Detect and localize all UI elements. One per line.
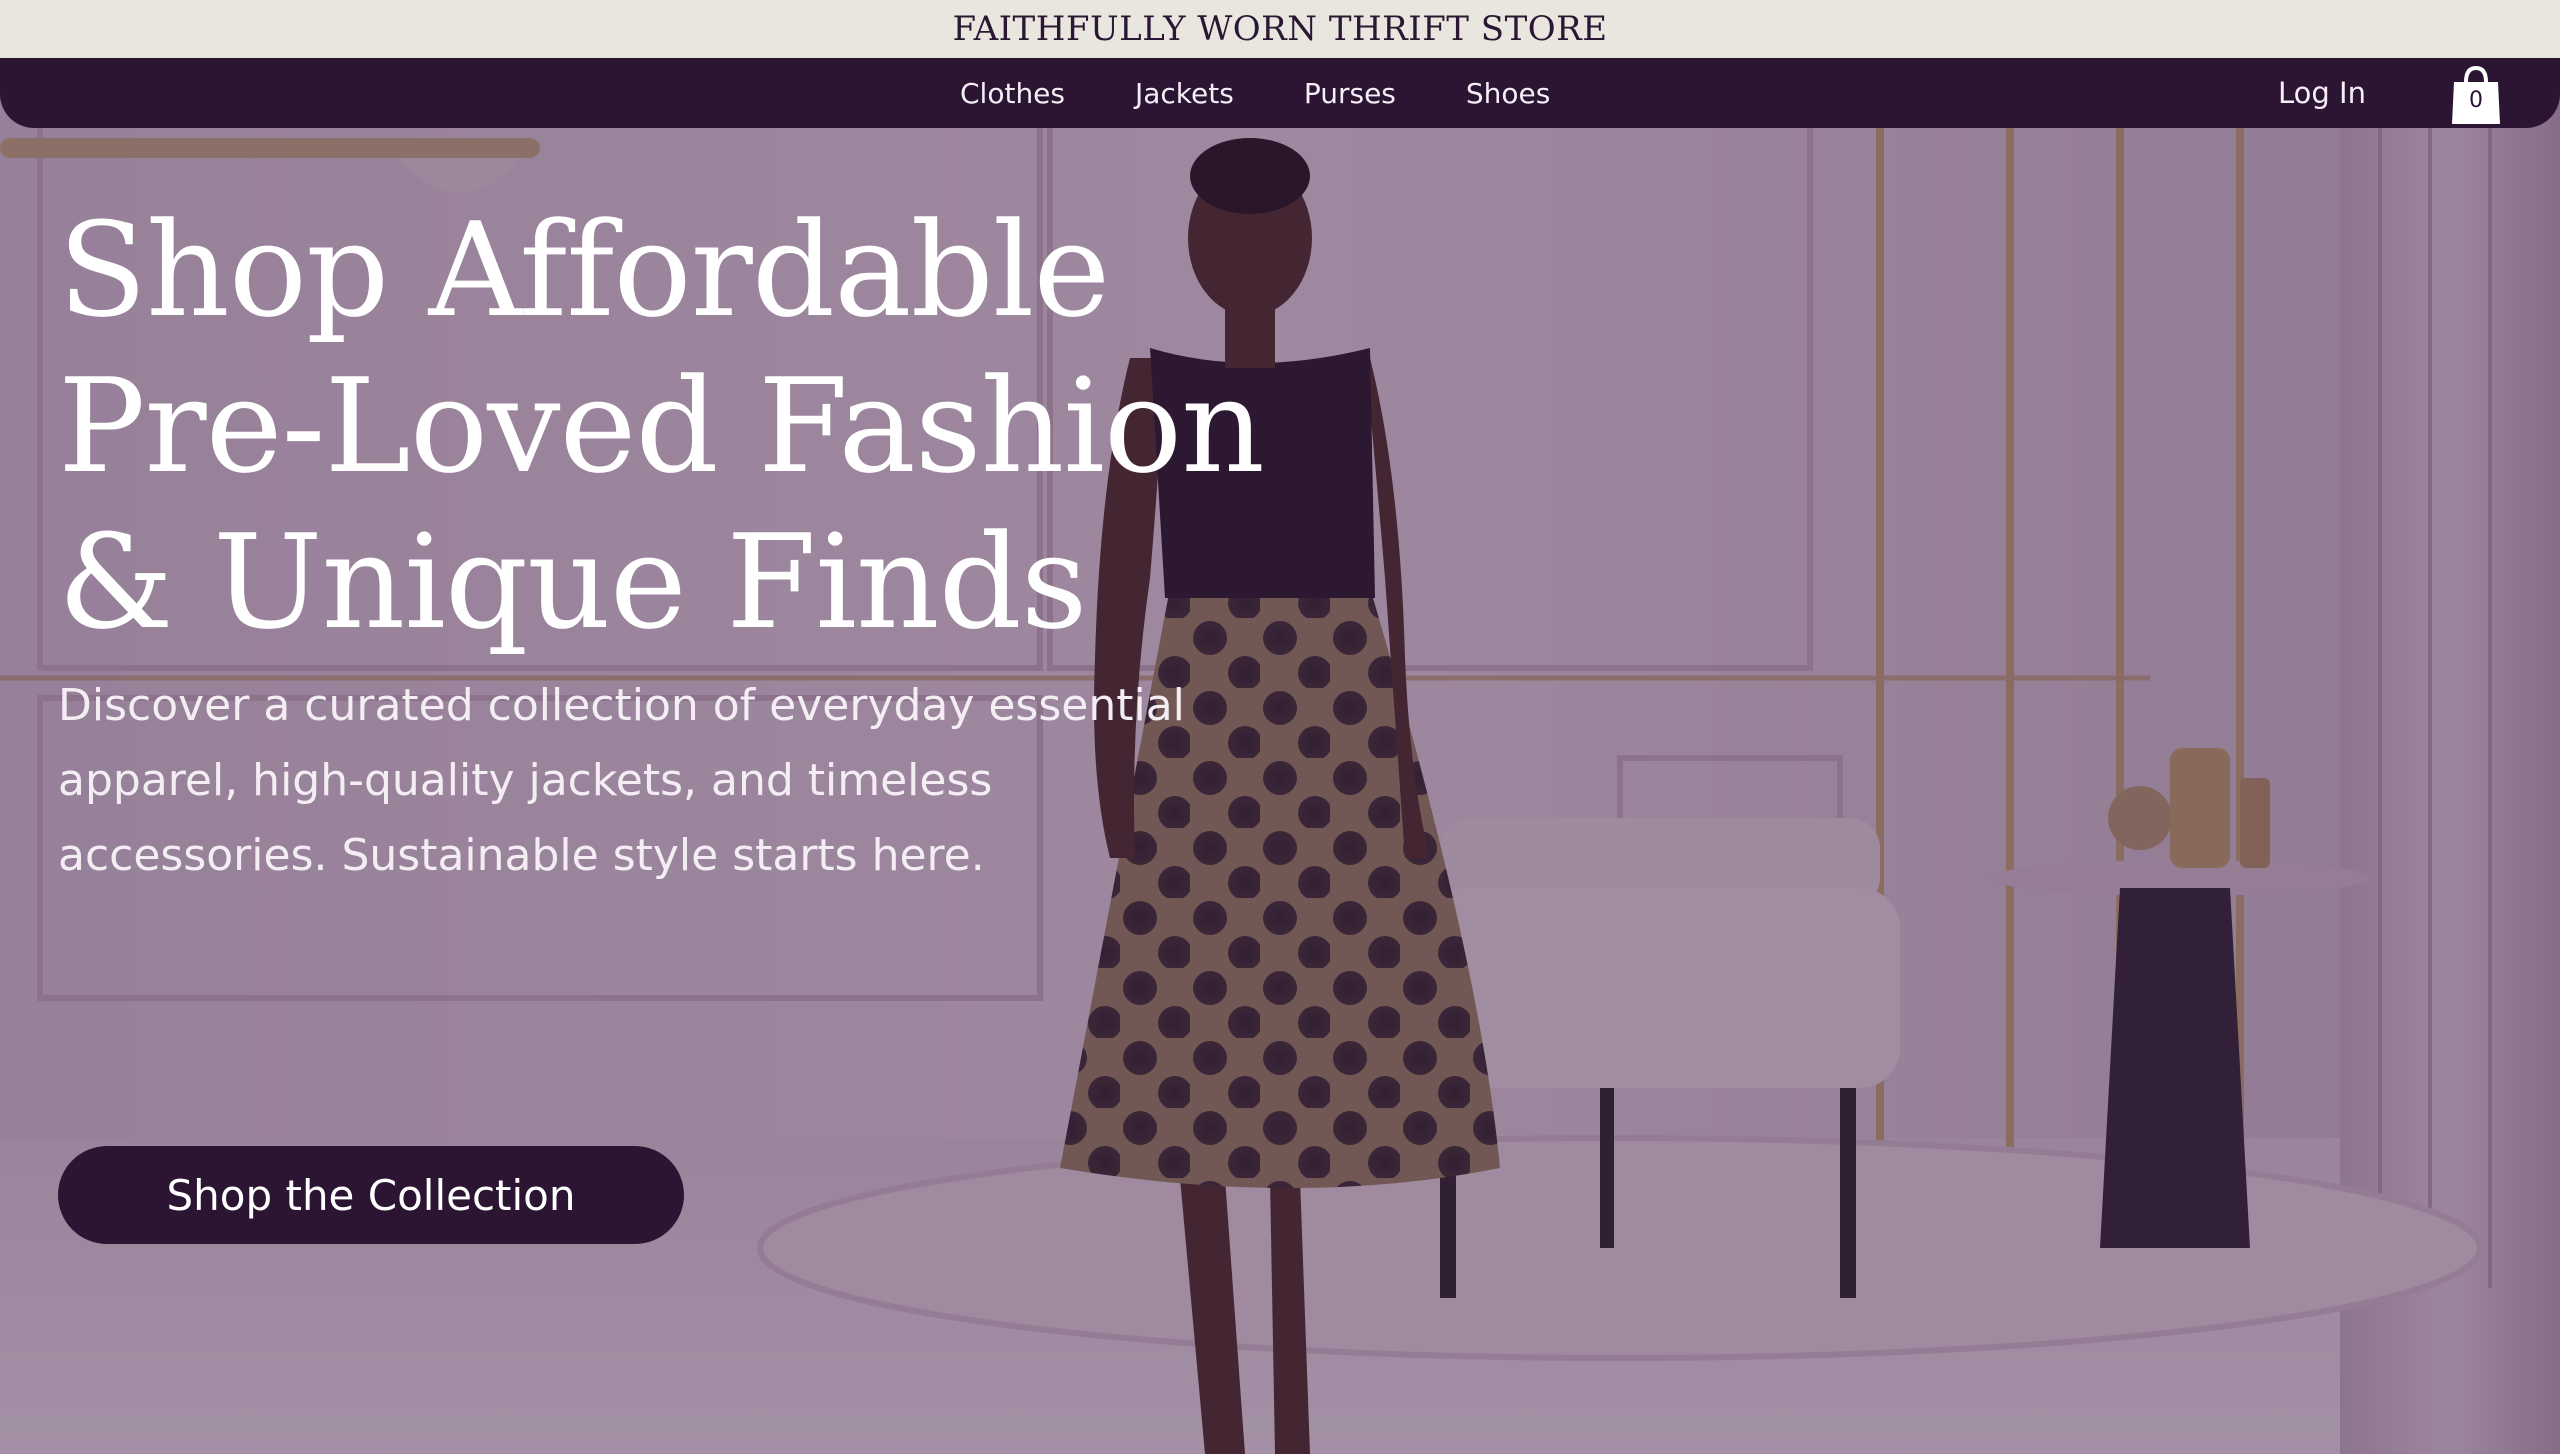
hero-description: Discover a curated collection of everyda… [58,668,1318,893]
nav-link-clothes[interactable]: Clothes [960,77,1065,110]
shop-collection-button[interactable]: Shop the Collection [58,1146,684,1244]
cart-count-badge: 0 [2469,88,2483,113]
main-nav: Clothes Jackets Purses Shoes Log In 0 [0,58,2560,128]
nav-links: Clothes Jackets Purses Shoes [960,58,1620,128]
cart-button[interactable]: 0 [2448,62,2504,126]
nav-link-shoes[interactable]: Shoes [1466,77,1550,110]
announcement-bar: FAITHFULLY WORN THRIFT STORE [0,0,2560,58]
login-link[interactable]: Log In [2278,58,2366,128]
headline-line: & Unique Finds [58,506,1088,658]
description-line: apparel, high-quality jackets, and timel… [58,755,993,806]
headline-line: Pre-Loved Fashion [58,350,1265,502]
description-line: Discover a curated collection of everyda… [58,680,1185,731]
headline-line: Shop Affordable [58,194,1110,346]
hero-headline: Shop Affordable Pre-Loved Fashion & Uniq… [58,192,1298,660]
nav-link-purses[interactable]: Purses [1304,77,1396,110]
description-line: accessories. Sustainable style starts he… [58,830,985,881]
nav-link-jackets[interactable]: Jackets [1135,77,1234,110]
store-name: FAITHFULLY WORN THRIFT STORE [952,9,1608,49]
